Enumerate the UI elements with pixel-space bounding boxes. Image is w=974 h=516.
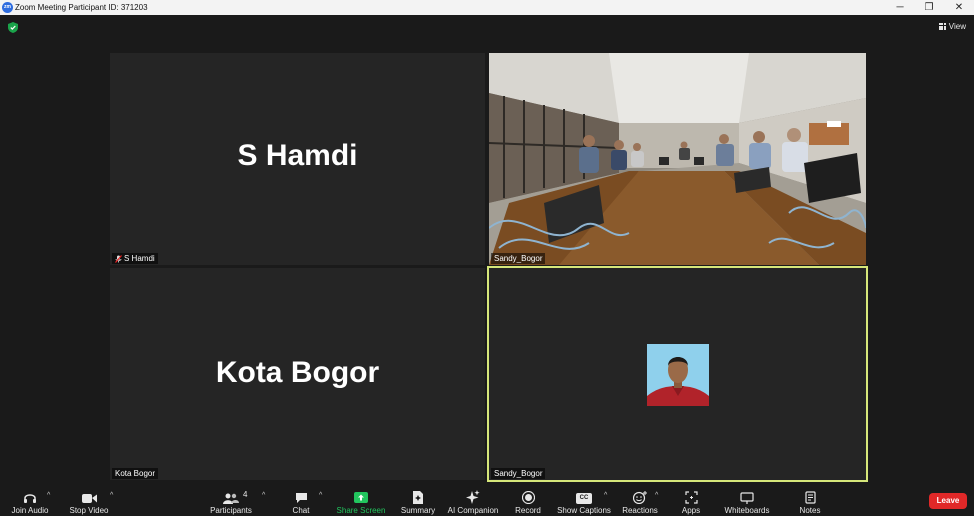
video-camera-icon xyxy=(81,494,97,503)
summary-document-icon xyxy=(413,491,423,504)
participants-label: Participants xyxy=(210,506,252,515)
conference-room-video xyxy=(489,53,866,265)
chat-label: Chat xyxy=(292,506,310,515)
whiteboards-button[interactable]: Whiteboards xyxy=(722,484,772,516)
participants-button[interactable]: Participants xyxy=(208,484,254,516)
join-audio-label: Join Audio xyxy=(11,506,49,515)
participant-display-name: Kota Bogor xyxy=(215,356,380,389)
view-button[interactable]: View xyxy=(938,22,966,31)
captions-options-chevron-up-icon[interactable]: ^ xyxy=(604,492,607,499)
participants-options-chevron-up-icon[interactable]: ^ xyxy=(262,492,265,499)
audio-options-chevron-up-icon[interactable]: ^ xyxy=(47,492,50,499)
share-screen-icon xyxy=(354,492,368,503)
view-label: View xyxy=(948,22,966,31)
participant-name-tag: Sandy_Bogor xyxy=(491,468,546,479)
record-button[interactable]: Record xyxy=(512,484,544,516)
share-screen-label: Share Screen xyxy=(336,506,386,515)
notes-button[interactable]: Notes xyxy=(796,484,824,516)
chat-options-chevron-up-icon[interactable]: ^ xyxy=(319,492,322,499)
record-icon xyxy=(521,491,535,504)
reactions-label: Reactions xyxy=(622,506,658,515)
participants-icon xyxy=(223,493,239,504)
reactions-options-chevron-up-icon[interactable]: ^ xyxy=(655,492,658,499)
name-tag-label: Sandy_Bogor xyxy=(494,469,543,478)
whiteboard-icon xyxy=(740,492,754,504)
participants-count-badge: 4 xyxy=(243,490,248,499)
share-screen-button[interactable]: Share Screen xyxy=(334,484,388,516)
stop-video-button[interactable]: Stop Video xyxy=(66,484,112,516)
profile-photo-image xyxy=(647,344,709,406)
sparkle-icon xyxy=(466,490,480,504)
leave-button[interactable]: Leave xyxy=(929,493,967,509)
smiley-icon xyxy=(633,491,647,504)
notes-icon xyxy=(804,491,816,504)
name-tag-label: S Hamdi xyxy=(124,254,155,263)
video-tile-sandy-bogor-active[interactable]: Sandy_Bogor xyxy=(487,266,868,482)
closed-captions-icon: CC xyxy=(576,493,592,504)
apps-button[interactable]: Apps xyxy=(676,484,706,516)
minimize-button[interactable]: ─ xyxy=(886,0,914,15)
participant-display-name: S Hamdi xyxy=(237,139,358,172)
show-captions-button[interactable]: CC Show Captions xyxy=(556,484,612,516)
join-audio-button[interactable]: Join Audio xyxy=(8,484,52,516)
notes-label: Notes xyxy=(799,506,821,515)
ai-companion-button[interactable]: AI Companion xyxy=(446,484,500,516)
restore-button[interactable]: ❐ xyxy=(915,0,943,15)
chat-bubble-icon xyxy=(295,493,307,503)
whiteboards-label: Whiteboards xyxy=(724,506,770,515)
participant-name-tag: Kota Bogor xyxy=(112,468,159,479)
show-captions-label: Show Captions xyxy=(557,506,611,515)
ai-companion-label: AI Companion xyxy=(447,506,499,515)
name-tag-label: Sandy_Bogor xyxy=(494,254,543,263)
participant-name-tag: S Hamdi xyxy=(112,253,158,264)
grid-view-icon xyxy=(938,23,946,30)
record-label: Record xyxy=(515,506,541,515)
summary-label: Summary xyxy=(400,506,436,515)
participant-name-tag: Sandy_Bogor xyxy=(491,253,546,264)
headphones-icon xyxy=(24,494,36,503)
mic-muted-icon xyxy=(115,254,122,263)
summary-button[interactable]: Summary xyxy=(398,484,438,516)
chat-button[interactable]: Chat xyxy=(286,484,316,516)
window-title: Zoom Meeting Participant ID: 371203 xyxy=(15,3,148,12)
stop-video-label: Stop Video xyxy=(69,506,109,515)
video-tile-kota-bogor[interactable]: Kota Bogor Kota Bogor xyxy=(110,268,485,480)
reactions-button[interactable]: Reactions xyxy=(620,484,660,516)
zoom-app-icon: zm xyxy=(2,2,13,13)
title-bar: zm Zoom Meeting Participant ID: 371203 ─… xyxy=(0,0,974,15)
shield-icon[interactable] xyxy=(8,22,18,33)
name-tag-label: Kota Bogor xyxy=(115,469,156,478)
meeting-toolbar: Join Audio ^ Stop Video ^ Participants 4… xyxy=(0,484,974,516)
apps-icon xyxy=(684,491,698,504)
video-tile-sandy-bogor-room[interactable]: Sandy_Bogor xyxy=(489,53,866,265)
video-options-chevron-up-icon[interactable]: ^ xyxy=(110,492,113,499)
apps-label: Apps xyxy=(681,506,701,515)
video-tile-s-hamdi[interactable]: S Hamdi S Hamdi xyxy=(110,53,485,265)
close-button[interactable]: ✕ xyxy=(945,0,973,15)
